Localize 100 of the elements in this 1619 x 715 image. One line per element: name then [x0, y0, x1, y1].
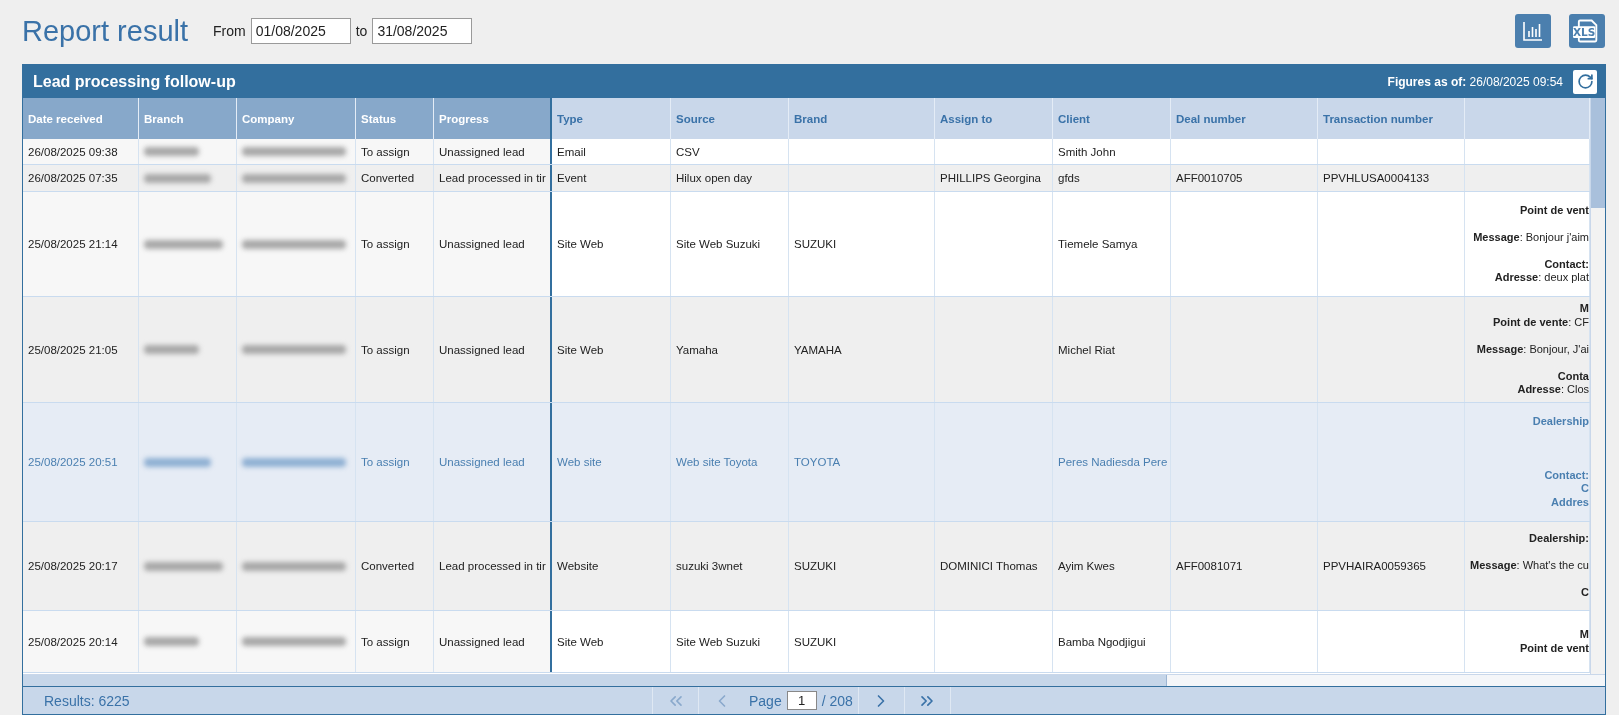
- table-cell: PPVHAIRA0059365: [1318, 522, 1465, 610]
- results-count: Results: 6225: [44, 692, 131, 709]
- table-cell: Converted: [356, 165, 434, 191]
- table-row[interactable]: 25/08/2025 20:14 To assign Unassigned lead Site Web Site Web Suzuki SUZUKI Bamba Ngodjigui M Point de vent: [23, 611, 1590, 673]
- table-cell: Site Web Suzuki: [671, 192, 789, 296]
- table-cell: Site Web Suzuki: [671, 611, 789, 672]
- table-cell: Hilux open day: [671, 165, 789, 191]
- detail-line: C: [1581, 586, 1589, 600]
- table-cell: 25/08/2025 20:17: [23, 522, 139, 610]
- table-cell: Unassigned lead: [434, 192, 552, 296]
- table-cell: 26/08/2025 09:38: [23, 139, 139, 164]
- table-cell: SUZUKI: [789, 192, 935, 296]
- page-label: Page: [749, 692, 782, 709]
- detail-line: M: [1579, 628, 1589, 642]
- table-cell: CSV: [671, 139, 789, 164]
- scrollbar-thumb[interactable]: [23, 675, 1167, 686]
- detail-line: Point de vent: [1519, 641, 1589, 655]
- table-cell: Site Web: [552, 297, 671, 402]
- page-number-field[interactable]: 1: [786, 691, 817, 710]
- table-cell: PHILLIPS Georgina: [935, 165, 1053, 191]
- figures-timestamp: Figures as of: 26/08/2025 09:54: [1387, 74, 1563, 89]
- table-cell: AFF0081071: [1171, 522, 1318, 610]
- detail-line: Dealership: [1532, 414, 1589, 429]
- detail-line: M: [1579, 302, 1589, 316]
- table-cell: To assign: [356, 297, 434, 402]
- table-cell: Converted: [356, 522, 434, 610]
- table-cell: Unassigned lead: [434, 611, 552, 672]
- blurred-text: [144, 457, 211, 467]
- blurred-text: [144, 345, 199, 354]
- table-cell: To assign: [356, 192, 434, 296]
- table-row[interactable]: 25/08/2025 20:51 To assign Unassigned lead Web site Web site Toyota TOYOTA Peres Nadiesda Pere Dealership Contact: C Addres: [23, 403, 1590, 522]
- blurred-text: [144, 637, 199, 646]
- table-cell: 25/08/2025 21:14: [23, 192, 139, 296]
- detail-line: Message: What's the cu: [1470, 559, 1589, 573]
- column-header[interactable]: Deal number: [1171, 98, 1318, 139]
- horizontal-scrollbar[interactable]: [23, 674, 1605, 686]
- table-cell: Peres Nadiesda Pere: [1053, 403, 1171, 521]
- column-header[interactable]: Transaction number: [1318, 98, 1465, 139]
- detail-line: C: [1581, 482, 1589, 496]
- table-cell: Website: [552, 522, 671, 610]
- detail-line: Point de vent: [1519, 203, 1589, 217]
- table-row[interactable]: 26/08/2025 07:35 Converted Lead processed in tir Event Hilux open day PHILLIPS Georgina gfds AFF0010705 PPVHLUSA0004133: [23, 165, 1590, 192]
- table-cell: 25/08/2025 21:05: [23, 297, 139, 402]
- blurred-text: [144, 147, 199, 156]
- table-cell: 25/08/2025 20:14: [23, 611, 139, 672]
- column-header[interactable]: Status: [356, 98, 434, 139]
- table-cell: DOMINICI Thomas: [935, 522, 1053, 610]
- table-cell: Michel Riat: [1053, 297, 1171, 402]
- column-header[interactable]: Source: [671, 98, 789, 139]
- refresh-button[interactable]: [1573, 69, 1597, 94]
- table-cell: SUZUKI: [789, 522, 935, 610]
- table-cell: 26/08/2025 07:35: [23, 165, 139, 191]
- table-cell: Tiemele Samya: [1053, 192, 1171, 296]
- table-row[interactable]: 26/08/2025 09:38 To assign Unassigned lead Email CSV Smith John: [23, 139, 1590, 165]
- table-cell: PPVHLUSA0004133: [1318, 165, 1465, 191]
- table-cell: gfds: [1053, 165, 1171, 191]
- detail-line: Contact:: [1544, 257, 1589, 271]
- detail-line: Addres: [1551, 495, 1589, 510]
- refresh-icon: [1576, 73, 1594, 90]
- detail-line: Adresse: deux plat: [1494, 271, 1589, 285]
- from-date-field[interactable]: 01/08/2025: [250, 18, 351, 44]
- page-title: Report result: [22, 14, 188, 48]
- table-cell: Email: [552, 139, 671, 164]
- table-row[interactable]: 25/08/2025 21:05 To assign Unassigned lead Site Web Yamaha YAMAHA Michel Riat M Point de vente: CF Message: Bonjour, J'ai Conta Adresse: Clos: [23, 297, 1590, 403]
- table-cell: Ayim Kwes: [1053, 522, 1171, 610]
- table-row[interactable]: 25/08/2025 21:14 To assign Unassigned lead Site Web Site Web Suzuki SUZUKI Tiemele Samya Point de vent Message: Bonjour j'aim Contact: Adresse: deux plat: [23, 192, 1590, 297]
- column-header[interactable]: Branch: [139, 98, 237, 139]
- table-cell: Bamba Ngodjigui: [1053, 611, 1171, 672]
- page-total: / 208: [821, 692, 853, 709]
- table-cell: Web site: [552, 403, 671, 521]
- column-header[interactable]: Date received: [23, 98, 139, 139]
- table-cell: 25/08/2025 20:51: [23, 403, 139, 521]
- column-header[interactable]: Brand: [789, 98, 935, 139]
- column-header[interactable]: Type: [552, 98, 671, 139]
- table-cell: To assign: [356, 403, 434, 521]
- detail-line: Dealership:: [1529, 532, 1589, 546]
- column-header[interactable]: Company: [237, 98, 356, 139]
- to-label: to: [355, 23, 368, 39]
- table-cell: Web site Toyota: [671, 403, 789, 521]
- table-cell: Event: [552, 165, 671, 191]
- scrollbar-thumb[interactable]: [1591, 98, 1605, 208]
- table-cell: suzuki 3wnet: [671, 522, 789, 610]
- detail-line: Point de vente: CF: [1493, 315, 1589, 330]
- detail-line: Message: Bonjour j'aim: [1473, 230, 1589, 244]
- table-cell: YAMAHA: [789, 297, 935, 402]
- from-label: From: [213, 23, 246, 39]
- column-header[interactable]: Client: [1053, 98, 1171, 139]
- column-header[interactable]: Assign to: [935, 98, 1053, 139]
- column-header[interactable]: Progress: [434, 98, 552, 139]
- detail-line: Contact:: [1544, 468, 1589, 483]
- chart-button[interactable]: [1515, 14, 1551, 48]
- to-date-field[interactable]: 31/08/2025: [372, 18, 473, 44]
- detail-line: Message: Bonjour, J'ai: [1476, 342, 1589, 357]
- table-cell: To assign: [356, 611, 434, 672]
- table-cell: Smith John: [1053, 139, 1171, 164]
- table-cell: TOYOTA: [789, 403, 935, 521]
- panel-title: Lead processing follow-up: [33, 72, 237, 91]
- vertical-scrollbar[interactable]: [1590, 98, 1605, 674]
- table-cell: AFF0010705: [1171, 165, 1318, 191]
- table-row[interactable]: 25/08/2025 20:17 Converted Lead processed in tir Website suzuki 3wnet SUZUKI DOMINICI Thomas Ayim Kwes AFF0081071 PPVHAIRA0059365 Dealership: Message: What's the cu C: [23, 522, 1590, 611]
